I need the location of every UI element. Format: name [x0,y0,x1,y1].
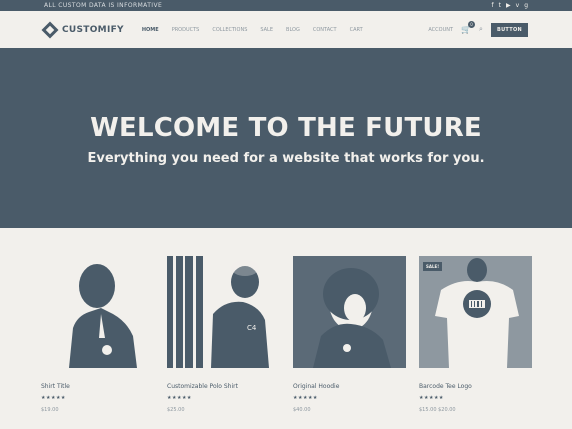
social-links: f t ▶ v g [492,2,528,9]
nav-item-home[interactable]: HOME [142,27,159,33]
rating-stars: ★★★★★ [41,395,66,401]
nav-item-products[interactable]: PRODUCTS [172,27,200,33]
hero-banner: WELCOME TO THE FUTURE Everything you nee… [0,48,572,228]
product-photo-man-polo: C4 [167,256,280,368]
product-title[interactable]: Shirt Title [41,383,154,390]
nav-item-contact[interactable]: CONTACT [313,27,337,33]
rating-stars: ★★★★★ [419,395,444,401]
product-photo-woman-hoodie [293,256,406,368]
product-image[interactable]: C4 [167,256,280,368]
product-title[interactable]: Barcode Tee Logo [419,383,532,390]
nav-item-blog[interactable]: BLOG [286,27,300,33]
google-icon[interactable]: g [524,2,528,9]
top-announcement-bar: ALL CUSTOM DATA IS INFORMATIVE f t ▶ v g [0,0,572,11]
product-price: $40.00 [293,407,311,413]
product-grid: Shirt Title ★★★★★ $19.00 C4 Customizable… [0,228,572,413]
main-nav: HOME PRODUCTS COLLECTIONS SALE BLOG CONT… [142,27,363,33]
vimeo-icon[interactable]: v [516,2,520,9]
sale-badge: SALE! [423,262,443,271]
nav-item-collections[interactable]: COLLECTIONS [212,27,247,33]
product-price: $19.00 [41,407,59,413]
site-logo[interactable]: CUSTOMIFY [41,21,124,38]
twitter-icon[interactable]: t [499,2,501,9]
product-photo-man-sideview [41,256,154,368]
nav-item-sale[interactable]: SALE [260,27,273,33]
account-link[interactable]: ACCOUNT [428,27,453,33]
product-price: $15.00 $20.00 [419,407,456,413]
product-image[interactable]: SALE! [419,256,532,368]
nav-item-cart[interactable]: CART [350,27,363,33]
cart-icon[interactable]: 🛒 0 [461,21,476,34]
rating-stars: ★★★★★ [167,395,192,401]
svg-text:C4: C4 [247,324,257,332]
product-price: $25.00 [167,407,185,413]
product-card[interactable]: Shirt Title ★★★★★ $19.00 [41,256,154,413]
header-actions: ACCOUNT 🛒 0 ⌕ BUTTON [428,21,528,37]
product-photo-white-tee [419,256,532,368]
site-header: CUSTOMIFY HOME PRODUCTS COLLECTIONS SALE… [0,11,572,48]
product-title[interactable]: Customizable Polo Shirt [167,383,280,390]
hero-subtitle: Everything you need for a website that w… [87,150,485,166]
facebook-icon[interactable]: f [492,2,494,9]
product-card[interactable]: SALE! Barcode Tee Logo ★★★★★ $15.00 $20.… [419,256,532,413]
product-card[interactable]: Original Hoodie ★★★★★ $40.00 [293,256,406,413]
logo-icon [41,21,59,38]
cart-count-badge: 0 [468,21,476,28]
product-card[interactable]: C4 Customizable Polo Shirt ★★★★★ $25.00 [167,256,280,413]
header-button[interactable]: BUTTON [490,22,528,37]
product-image[interactable] [293,256,406,368]
youtube-icon[interactable]: ▶ [506,2,511,9]
search-icon[interactable]: ⌕ [479,25,483,34]
announcement-text: ALL CUSTOM DATA IS INFORMATIVE [44,2,163,9]
logo-text: CUSTOMIFY [62,24,124,35]
hero-title: WELCOME TO THE FUTURE [90,112,482,143]
rating-stars: ★★★★★ [293,395,318,401]
product-image[interactable] [41,256,154,368]
product-title[interactable]: Original Hoodie [293,383,406,390]
